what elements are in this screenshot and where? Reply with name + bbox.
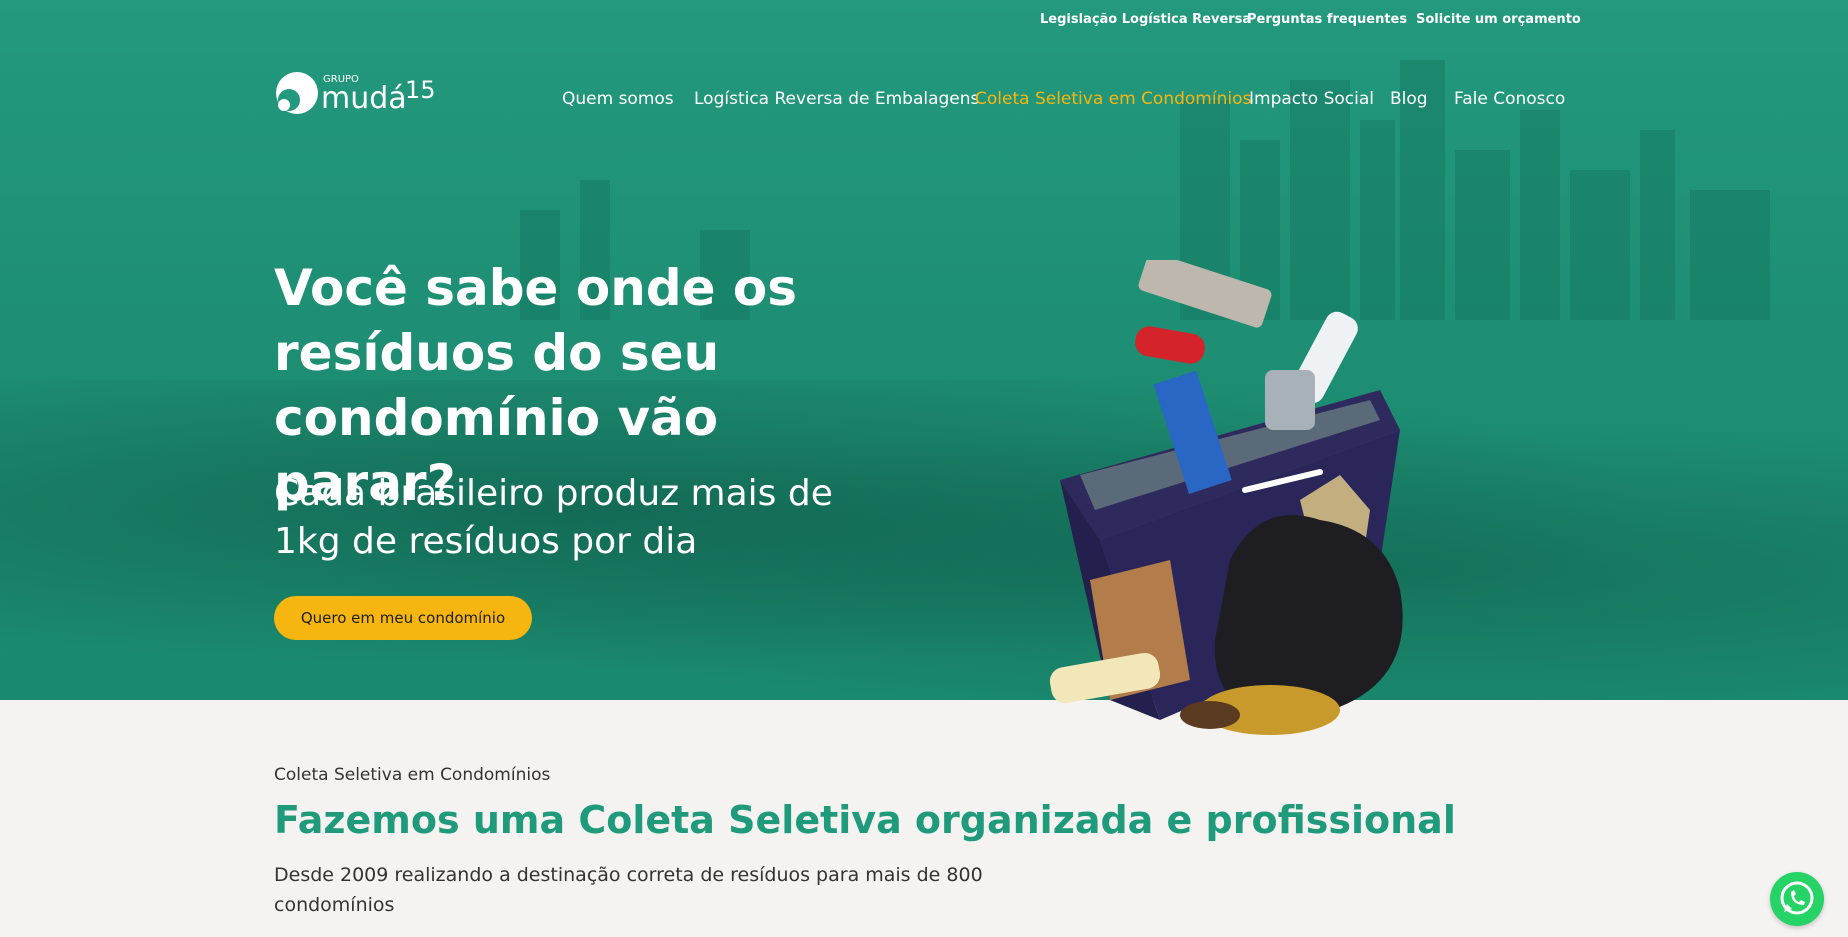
svg-text:15: 15 xyxy=(405,76,435,104)
section-title: Fazemos uma Coleta Seletiva organizada e… xyxy=(274,798,1456,842)
nav-item-quem-somos[interactable]: Quem somos xyxy=(562,89,674,109)
hero-subheadline: Cada brasileiro produz mais de 1kg de re… xyxy=(274,473,833,562)
waste-bin-illustration xyxy=(1049,260,1403,735)
svg-text:mudá: mudá xyxy=(321,81,407,116)
whatsapp-icon xyxy=(1780,881,1814,915)
nav-item-fale-conosco[interactable]: Fale Conosco xyxy=(1454,89,1565,109)
topbar-link-perguntas[interactable]: Perguntas frequentes xyxy=(1247,12,1407,27)
whatsapp-button[interactable] xyxy=(1770,872,1824,926)
grupo-muda-logo: GRUPO mudá 15 xyxy=(276,72,435,116)
section-description: Desde 2009 realizando a destinação corre… xyxy=(274,864,983,916)
cta-button[interactable]: Quero em meu condomínio xyxy=(274,596,532,640)
nav-item-blog[interactable]: Blog xyxy=(1390,89,1428,109)
topbar-link-legislacao[interactable]: Legislação Logística Reversa xyxy=(1040,12,1251,27)
section-breadcrumb: Coleta Seletiva em Condomínios xyxy=(274,765,551,785)
nav-item-impacto-social[interactable]: Impacto Social xyxy=(1249,89,1374,109)
top-bar: Legislação Logística Reversa Perguntas f… xyxy=(0,12,1848,32)
topbar-link-orcamento[interactable]: Solicite um orçamento xyxy=(1416,12,1581,27)
nav-item-coleta-seletiva[interactable]: Coleta Seletiva em Condomínios xyxy=(975,89,1251,109)
nav-item-logistica-reversa[interactable]: Logística Reversa de Embalagens xyxy=(694,89,979,109)
